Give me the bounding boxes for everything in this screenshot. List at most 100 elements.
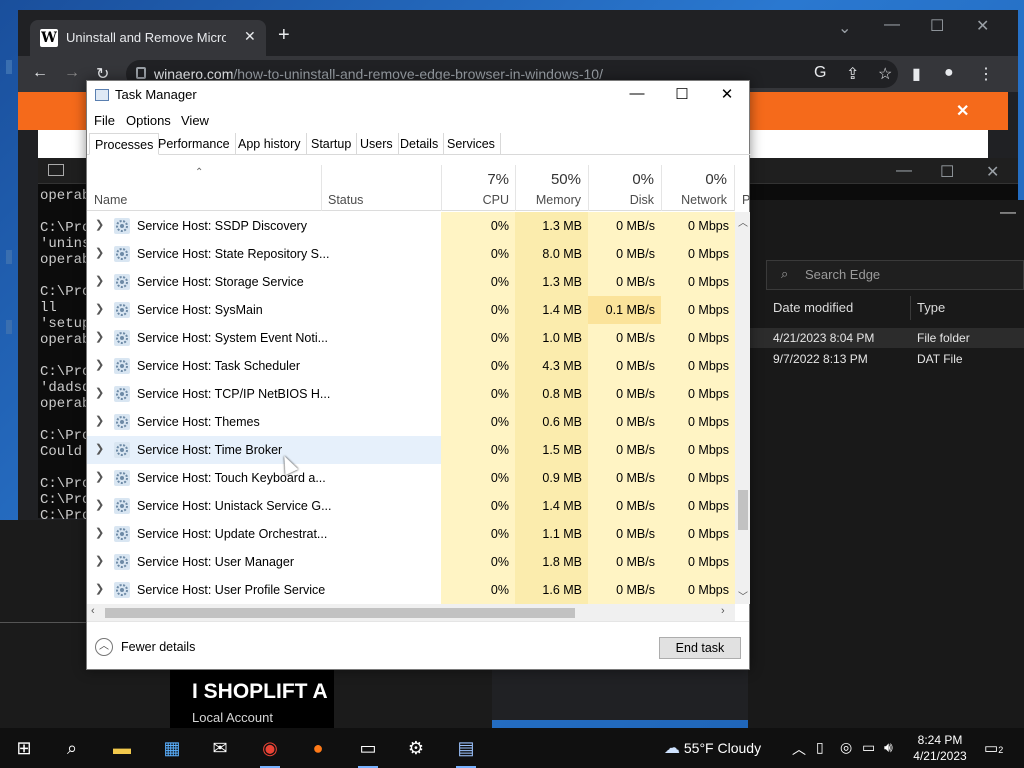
- mail-icon[interactable]: ✉: [208, 736, 232, 760]
- notifications-icon[interactable]: ▭2: [984, 739, 1003, 757]
- cmd-minimize-icon[interactable]: —: [896, 162, 912, 180]
- column-network[interactable]: Network: [661, 193, 727, 207]
- vertical-scroll-thumb[interactable]: [738, 490, 748, 530]
- table-row[interactable]: ❯ Service Host: Touch Keyboard a... 0% 0.9 …: [87, 464, 735, 492]
- maximize-icon[interactable]: ☐: [930, 16, 944, 36]
- table-row[interactable]: ❯ Service Host: SSDP Discovery 0% 1.3 MB 0 M…: [87, 212, 735, 240]
- expand-chevron-icon[interactable]: ❯: [95, 526, 104, 539]
- expand-chevron-icon[interactable]: ❯: [95, 302, 104, 315]
- close-tab-icon[interactable]: ✕: [244, 28, 256, 45]
- table-row[interactable]: ❯ Service Host: TCP/IP NetBIOS H... 0% 0.8 …: [87, 380, 735, 408]
- disk-total[interactable]: 0%: [588, 171, 654, 188]
- table-row[interactable]: ❯ Service Host: Themes 0% 0.6 MB 0 MB/s 0 Mbp…: [87, 408, 735, 436]
- bookmark-star-icon[interactable]: ☆: [878, 64, 892, 84]
- table-row[interactable]: ❯ Service Host: Time Broker 0% 1.5 MB 0 MB/s…: [87, 436, 735, 464]
- expand-chevron-icon[interactable]: ❯: [95, 246, 104, 259]
- desktop-icon-edge[interactable]: [6, 60, 12, 74]
- tab-services[interactable]: Services: [442, 133, 501, 155]
- minimize-icon[interactable]: —: [617, 85, 657, 102]
- table-row[interactable]: ❯ Service Host: Storage Service 0% 1.3 MB 0 …: [87, 268, 735, 296]
- network-icon[interactable]: ▭: [862, 739, 875, 756]
- cmd-maximize-icon[interactable]: ☐: [940, 162, 954, 182]
- weather-widget[interactable]: ☁ 55°F Cloudy: [664, 738, 761, 758]
- table-row[interactable]: ❯ Service Host: Update Orchestrat... 0% 1.1…: [87, 520, 735, 548]
- table-row[interactable]: ❯ Service Host: Unistack Service G... 0% 1.…: [87, 492, 735, 520]
- maximize-icon[interactable]: ☐: [662, 85, 702, 103]
- column-date-modified[interactable]: Date modified: [773, 300, 853, 315]
- expand-chevron-icon[interactable]: ❯: [95, 498, 104, 511]
- table-row[interactable]: ❯ Service Host: User Manager 0% 1.8 MB 0 MB/…: [87, 548, 735, 576]
- firefox-icon[interactable]: ●: [306, 736, 330, 760]
- expand-chevron-icon[interactable]: ❯: [95, 274, 104, 287]
- scroll-right-icon[interactable]: ›: [721, 605, 725, 617]
- table-row[interactable]: ❯ Service Host: Task Scheduler 0% 4.3 MB 0 M…: [87, 352, 735, 380]
- tray-chevron-up-icon[interactable]: ︿: [792, 739, 806, 759]
- expand-chevron-icon[interactable]: ❯: [95, 470, 104, 483]
- close-window-icon[interactable]: ✕: [976, 16, 989, 36]
- profile-icon[interactable]: ●: [944, 64, 954, 82]
- menu-file[interactable]: File: [94, 113, 115, 128]
- banner-close-icon[interactable]: ✕: [956, 101, 969, 121]
- table-row[interactable]: ❯ Service Host: User Profile Service 0% 1.6…: [87, 576, 735, 604]
- browser-tab[interactable]: W Uninstall and Remove Microsoft Edge Br…: [30, 20, 266, 56]
- column-cpu[interactable]: CPU: [441, 193, 509, 207]
- column-type[interactable]: Type: [917, 300, 945, 315]
- expand-chevron-icon[interactable]: ❯: [95, 218, 104, 231]
- store-icon[interactable]: ▦: [160, 736, 184, 760]
- tab-details[interactable]: Details: [395, 133, 445, 155]
- desktop-icon-edge-2[interactable]: [6, 250, 12, 264]
- share-icon[interactable]: ⇪: [846, 64, 859, 84]
- horizontal-scroll-thumb[interactable]: [105, 608, 575, 618]
- desktop-icon-edge-3[interactable]: [6, 320, 12, 334]
- chrome-icon[interactable]: ◉: [258, 736, 282, 768]
- tab-startup[interactable]: Startup: [306, 133, 358, 155]
- settings-gear-icon[interactable]: ⚙: [404, 736, 428, 760]
- fewer-details-link[interactable]: Fewer details: [121, 640, 195, 654]
- tray-meet-icon[interactable]: ◎: [840, 739, 852, 756]
- back-icon[interactable]: ←: [32, 64, 48, 82]
- menu-dots-icon[interactable]: ⋮: [978, 64, 994, 84]
- scroll-left-icon[interactable]: ‹: [91, 605, 95, 617]
- close-icon[interactable]: ✕: [707, 85, 747, 103]
- vertical-scrollbar[interactable]: ︿ ﹀: [735, 212, 750, 604]
- tab-users[interactable]: Users: [355, 133, 399, 155]
- explorer-row-date[interactable]: 9/7/2022 8:13 PM: [773, 352, 868, 366]
- expand-chevron-icon[interactable]: ❯: [95, 442, 104, 455]
- clock[interactable]: 8:24 PM 4/21/2023: [908, 732, 972, 764]
- tab-processes[interactable]: Processes: [89, 133, 160, 155]
- table-row[interactable]: ❯ Service Host: SysMain 0% 1.4 MB 0.1 MB/s 0 …: [87, 296, 735, 324]
- google-icon[interactable]: G: [814, 64, 826, 82]
- explorer-search-input[interactable]: ⌕ Search Edge: [766, 260, 1024, 290]
- table-row[interactable]: ❯ Service Host: State Repository S... 0% 8.…: [87, 240, 735, 268]
- new-tab-icon[interactable]: +: [278, 24, 290, 47]
- cpu-total[interactable]: 7%: [441, 171, 509, 188]
- tray-app-icon[interactable]: ▯: [816, 739, 824, 756]
- tab-search-icon[interactable]: ⌄: [838, 18, 851, 38]
- minimize-icon[interactable]: —: [884, 16, 900, 34]
- side-panel-icon[interactable]: ▮: [912, 64, 921, 84]
- memory-total[interactable]: 50%: [515, 171, 581, 188]
- expand-chevron-icon[interactable]: ❯: [95, 386, 104, 399]
- column-status[interactable]: Status: [328, 193, 363, 207]
- forward-icon[interactable]: →: [64, 64, 80, 82]
- cmd-close-icon[interactable]: ✕: [986, 162, 999, 182]
- column-memory[interactable]: Memory: [515, 193, 581, 207]
- column-power-cut[interactable]: P: [742, 193, 750, 207]
- horizontal-scrollbar[interactable]: ‹ ›: [87, 604, 735, 621]
- expand-chevron-icon[interactable]: ❯: [95, 582, 104, 595]
- menu-view[interactable]: View: [181, 113, 209, 128]
- table-row[interactable]: ❯ Service Host: System Event Noti... 0% 1.0…: [87, 324, 735, 352]
- terminal-icon[interactable]: ▭: [356, 736, 380, 768]
- explorer-minimize-icon[interactable]: —: [1000, 204, 1016, 222]
- end-task-button[interactable]: End task: [659, 637, 741, 659]
- scroll-up-icon[interactable]: ︿: [738, 214, 748, 229]
- chevron-up-icon[interactable]: ︿: [95, 638, 113, 656]
- volume-icon[interactable]: 🔊︎: [884, 739, 893, 756]
- menu-options[interactable]: Options: [126, 113, 171, 128]
- task-manager-taskbar-icon[interactable]: ▤: [454, 736, 478, 768]
- file-explorer-icon[interactable]: ▬: [110, 736, 134, 760]
- column-name[interactable]: Name: [94, 193, 127, 207]
- expand-chevron-icon[interactable]: ❯: [95, 554, 104, 567]
- start-windows-icon[interactable]: ⊞: [12, 736, 36, 760]
- column-disk[interactable]: Disk: [588, 193, 654, 207]
